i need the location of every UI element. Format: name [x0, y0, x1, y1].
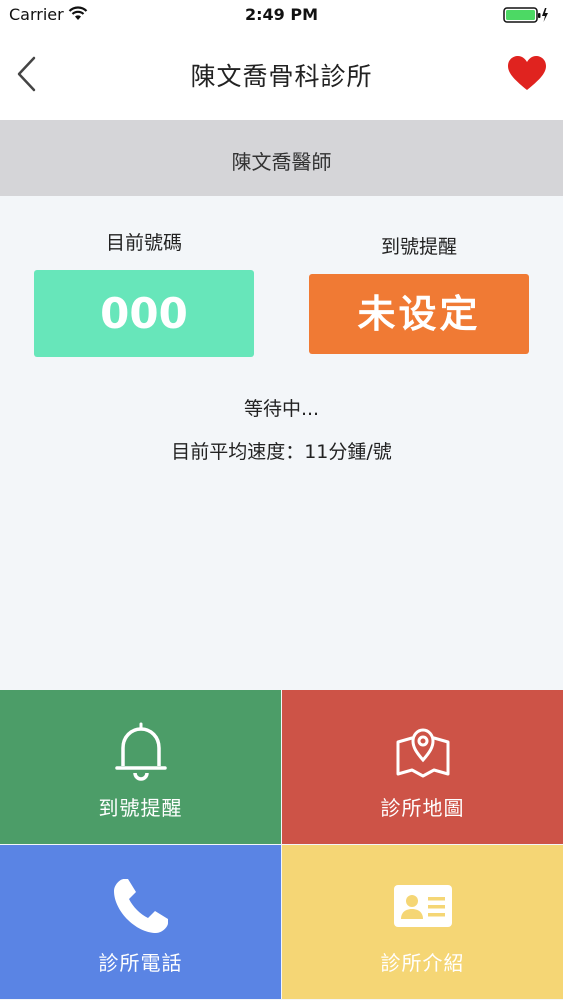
map-pin-icon [396, 728, 449, 778]
map-tile-label: 診所地圖 [380, 796, 465, 820]
intro-tile-button[interactable]: 診所介紹 [282, 845, 563, 999]
heart-favorite-icon[interactable] [506, 54, 548, 94]
reminder-label: 到號提醒 [380, 236, 457, 258]
current-number-label: 目前號碼 [105, 232, 182, 254]
doctor-name: 陳文喬醫師 [231, 150, 332, 174]
remind-tile-button[interactable]: 到號提醒 [0, 690, 281, 844]
id-card-icon [393, 885, 452, 927]
bell-icon [114, 722, 167, 781]
average-speed: 目前平均速度：11分鍾/號 [171, 441, 392, 463]
battery-icon [503, 7, 548, 23]
reminder-setting-button[interactable]: 未设定 [309, 274, 529, 354]
doctor-header: 陳文喬醫師 [0, 120, 563, 196]
remind-tile-label: 到號提醒 [98, 796, 183, 820]
status-bar: Carrier 2:49 PM [0, 0, 563, 30]
clinic-title: 陳文喬骨科診所 [190, 62, 373, 91]
intro-tile-label: 診所介紹 [380, 951, 465, 975]
phone-tile-button[interactable]: 診所電話 [0, 845, 281, 999]
phone-tile-label: 診所電話 [98, 951, 183, 975]
navigation-bar: 陳文喬骨科診所 [0, 30, 563, 120]
map-tile-button[interactable]: 診所地圖 [282, 690, 563, 844]
queue-status: 等待中... [243, 398, 320, 420]
current-number-display: 000 [34, 270, 254, 357]
clock: 2:49 PM [244, 5, 318, 24]
phone-icon [113, 879, 168, 933]
